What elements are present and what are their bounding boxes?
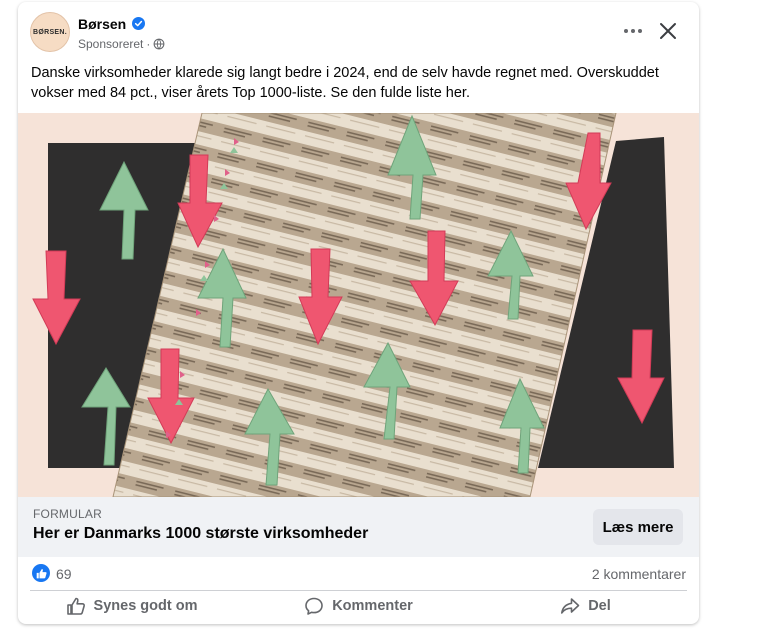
comment-count[interactable]: 2 kommentarer xyxy=(592,566,686,582)
comment-bubble-icon xyxy=(305,597,324,615)
globe-icon xyxy=(153,38,165,50)
illustration-graphic xyxy=(18,113,699,497)
comment-button[interactable]: Kommenter xyxy=(245,590,472,622)
post-header: BØRSEN. Børsen Sponsoreret · xyxy=(18,2,699,62)
share-button[interactable]: Del xyxy=(472,590,699,622)
dot-separator: · xyxy=(146,37,151,51)
sponsored-post-card: BØRSEN. Børsen Sponsoreret · Danske virk… xyxy=(18,2,699,624)
more-horizontal-icon[interactable] xyxy=(622,22,644,40)
verified-badge-icon xyxy=(132,17,145,30)
thumbs-up-icon xyxy=(66,597,85,615)
link-cta-bar[interactable]: FORMULAR Her er Danmarks 1000 største vi… xyxy=(18,497,699,557)
share-arrow-icon xyxy=(561,598,580,614)
sponsored-label[interactable]: Sponsoreret xyxy=(78,37,143,51)
read-more-button[interactable]: Læs mere xyxy=(593,509,683,545)
engagement-stats: 69 2 kommentarer xyxy=(18,558,699,590)
page-avatar[interactable]: BØRSEN. xyxy=(30,12,70,52)
like-count[interactable]: 69 xyxy=(56,566,72,582)
cta-title[interactable]: Her er Danmarks 1000 største virksomhede… xyxy=(33,525,368,543)
like-label: Synes godt om xyxy=(93,598,198,614)
page-background: BØRSEN. Børsen Sponsoreret · Danske virk… xyxy=(0,0,762,634)
cta-domain: FORMULAR xyxy=(33,507,102,521)
sponsored-line: Sponsoreret · xyxy=(78,37,165,51)
close-icon[interactable] xyxy=(658,21,678,41)
avatar-logo-text: BØRSEN. xyxy=(33,28,67,36)
like-reaction-icon[interactable] xyxy=(32,564,50,582)
page-name[interactable]: Børsen xyxy=(78,16,126,32)
comment-label: Kommenter xyxy=(332,598,413,614)
post-actions: Synes godt om Kommenter Del xyxy=(18,590,699,622)
post-caption: Danske virksomheder klarede sig langt be… xyxy=(31,65,659,101)
share-label: Del xyxy=(588,598,611,614)
like-button[interactable]: Synes godt om xyxy=(18,590,245,622)
post-image[interactable] xyxy=(18,113,699,497)
